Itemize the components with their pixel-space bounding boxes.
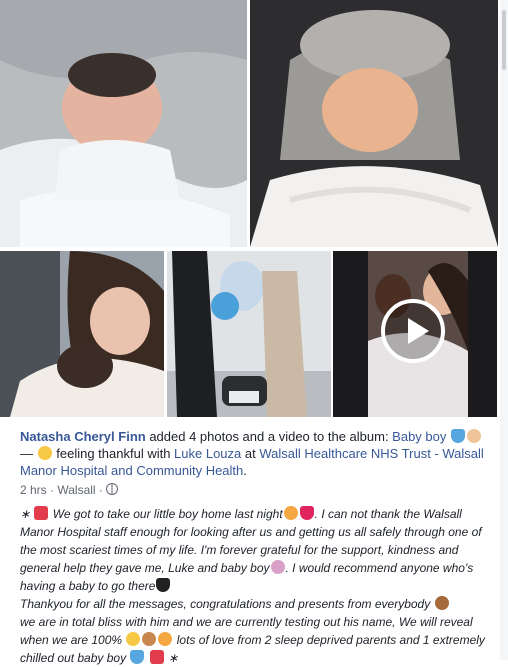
- photo-newborn-in-car-seat[interactable]: [250, 0, 498, 247]
- post-meta: 2 hrs · Walsall ·: [20, 482, 490, 499]
- post-header: Natasha Cheryl Finn added 4 photos and a…: [20, 428, 490, 499]
- post-body: ∗ We got to take our little boy home las…: [20, 505, 498, 667]
- heart-black-icon: [156, 578, 171, 592]
- body-text-2: Thankyou for all the messages, congratul…: [20, 597, 431, 611]
- heart-blue-icon-2: [130, 650, 145, 664]
- play-icon[interactable]: [381, 299, 445, 363]
- body-text-1a: We got to take our little boy home last …: [52, 507, 283, 521]
- period: .: [243, 463, 247, 478]
- monkey-icon: [142, 632, 157, 646]
- at-text: at: [241, 446, 260, 461]
- post-place[interactable]: Walsall: [57, 483, 95, 497]
- smile-icon: [37, 446, 52, 460]
- tagged-person-link[interactable]: Luke Louza: [174, 446, 241, 461]
- heart-red-icon: [299, 506, 314, 520]
- meta-separator-2: ·: [95, 483, 107, 497]
- album-link[interactable]: Baby boy: [392, 429, 446, 444]
- scrollbar-thumb[interactable]: [502, 10, 506, 70]
- video-thumbnail-parents-with-baby[interactable]: [333, 251, 497, 417]
- photo-newborn-sleeping[interactable]: [0, 0, 247, 247]
- smiling-face-with-hearts-icon: [283, 506, 298, 520]
- post-paragraph-1: ∗ We got to take our little boy home las…: [20, 505, 498, 595]
- feeling-text: feeling thankful with: [56, 446, 175, 461]
- heart-blue-icon: [451, 429, 465, 443]
- bow-icon: [34, 506, 49, 520]
- photo-parents-walking-with-balloons[interactable]: [167, 251, 331, 417]
- grimace-icon: [126, 632, 141, 646]
- post-paragraph-3: we are in total bliss with him and we ar…: [20, 613, 498, 667]
- bow-icon-2: [149, 650, 164, 664]
- author-link[interactable]: Natasha Cheryl Finn: [20, 429, 146, 444]
- scrollbar[interactable]: [500, 0, 508, 660]
- star-glyph: ∗: [20, 507, 31, 521]
- dash: —: [20, 446, 37, 461]
- teddy-bear-icon: [434, 596, 449, 610]
- photo-mother-holding-baby[interactable]: [0, 251, 164, 417]
- meta-separator: ·: [46, 483, 58, 497]
- post-time[interactable]: 2 hrs: [20, 483, 47, 497]
- smiling-face-with-hearts-icon-2: [158, 632, 173, 646]
- action-text: added 4 photos and a video to the album:: [145, 429, 393, 444]
- post-paragraph-2: Thankyou for all the messages, congratul…: [20, 595, 498, 613]
- globe-icon[interactable]: [106, 483, 119, 495]
- woman-with-baby-icon: [270, 560, 285, 574]
- star-glyph-end: ∗: [164, 651, 179, 665]
- baby-face-icon: [467, 429, 481, 443]
